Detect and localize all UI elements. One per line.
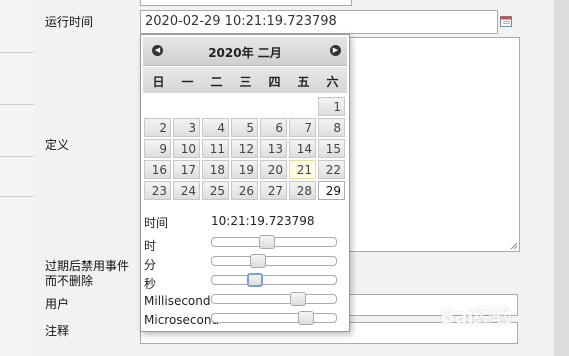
- day-cell-9[interactable]: 9: [144, 139, 171, 158]
- hour-slider[interactable]: [211, 235, 337, 249]
- day-cell-5[interactable]: 5: [231, 118, 258, 137]
- run-time-label: 运行时间: [45, 15, 94, 29]
- day-cell-26[interactable]: 26: [231, 181, 258, 200]
- day-cell-22[interactable]: 22: [318, 160, 345, 179]
- day-cell-12[interactable]: 12: [231, 139, 258, 158]
- microsecond-slider-handle[interactable]: [298, 311, 314, 325]
- day-cell-25[interactable]: 25: [202, 181, 229, 200]
- previous-field-edge: [140, 0, 352, 6]
- day-cell-18[interactable]: 18: [202, 160, 229, 179]
- day-cell-10[interactable]: 10: [173, 139, 200, 158]
- weekday-header-row: 日 一 二 三 四 五 六: [143, 67, 347, 93]
- weekday-fri: 五: [297, 75, 310, 89]
- day-cell-1[interactable]: 1: [318, 97, 345, 116]
- day-cell-24[interactable]: 24: [173, 181, 200, 200]
- day-cell-28[interactable]: 28: [289, 181, 316, 200]
- disable-label-line2: 而不删除: [45, 274, 94, 288]
- datetime-picker-popup: ◀ 2020年 二月 ▶ 日 一 二 三 四 五 六 1 2 3 4 5 6 7…: [140, 34, 350, 332]
- run-time-input[interactable]: 2020-02-29 10:21:19.723798: [140, 10, 498, 34]
- time-value: 10:21:19.723798: [211, 214, 315, 228]
- second-slider-handle[interactable]: [247, 273, 263, 287]
- minute-label: 分: [144, 258, 157, 272]
- next-month-icon[interactable]: ▶: [330, 45, 341, 56]
- millisecond-label: Millisecond: [144, 294, 211, 308]
- microsecond-label: Microsecond: [144, 313, 220, 327]
- right-scroll-strip: [554, 0, 569, 356]
- day-cell-15[interactable]: 15: [318, 139, 345, 158]
- weekday-tue: 二: [210, 75, 223, 89]
- time-label: 时间: [144, 216, 169, 230]
- hour-slider-handle[interactable]: [259, 235, 275, 249]
- definition-label: 定义: [45, 138, 70, 152]
- minute-slider[interactable]: [211, 254, 337, 268]
- user-label: 用户: [45, 297, 70, 311]
- day-cell-13[interactable]: 13: [260, 139, 287, 158]
- day-cell-29-selected[interactable]: 29: [318, 181, 345, 200]
- watermark-logo: Bai经验: [440, 304, 512, 328]
- weekday-mon: 一: [181, 75, 194, 89]
- day-cell-11[interactable]: 11: [202, 139, 229, 158]
- day-cell-4[interactable]: 4: [202, 118, 229, 137]
- day-cell-7[interactable]: 7: [289, 118, 316, 137]
- day-cell-14[interactable]: 14: [289, 139, 316, 158]
- month-year-title: 2020年 二月: [208, 46, 282, 60]
- day-cell-6[interactable]: 6: [260, 118, 287, 137]
- weekday-sun: 日: [152, 75, 165, 89]
- second-label: 秒: [144, 277, 157, 291]
- disable-label-line1: 过期后禁用事件: [45, 259, 130, 273]
- resize-grip-icon[interactable]: [510, 242, 518, 250]
- note-label: 注释: [45, 324, 70, 338]
- calendar-icon[interactable]: [500, 15, 512, 27]
- hour-label: 时: [144, 239, 157, 253]
- weekday-thu: 四: [268, 75, 281, 89]
- day-cell-19[interactable]: 19: [231, 160, 258, 179]
- day-cell-21-today[interactable]: 21: [289, 160, 316, 179]
- day-cell-23[interactable]: 23: [144, 181, 171, 200]
- weekday-sat: 六: [326, 75, 339, 89]
- day-cell-8[interactable]: 8: [318, 118, 345, 137]
- day-cell-17[interactable]: 17: [173, 160, 200, 179]
- millisecond-slider[interactable]: [211, 292, 337, 306]
- millisecond-slider-handle[interactable]: [290, 292, 306, 306]
- day-cell-16[interactable]: 16: [144, 160, 171, 179]
- day-cell-3[interactable]: 3: [173, 118, 200, 137]
- second-slider[interactable]: [211, 273, 337, 287]
- microsecond-slider[interactable]: [211, 311, 337, 325]
- left-sidebar-strip: [0, 0, 35, 356]
- day-cell-20[interactable]: 20: [260, 160, 287, 179]
- minute-slider-handle[interactable]: [250, 254, 266, 268]
- day-cell-2[interactable]: 2: [144, 118, 171, 137]
- day-cell-27[interactable]: 27: [260, 181, 287, 200]
- weekday-wed: 三: [239, 75, 252, 89]
- datepicker-header: ◀ 2020年 二月 ▶: [143, 37, 347, 66]
